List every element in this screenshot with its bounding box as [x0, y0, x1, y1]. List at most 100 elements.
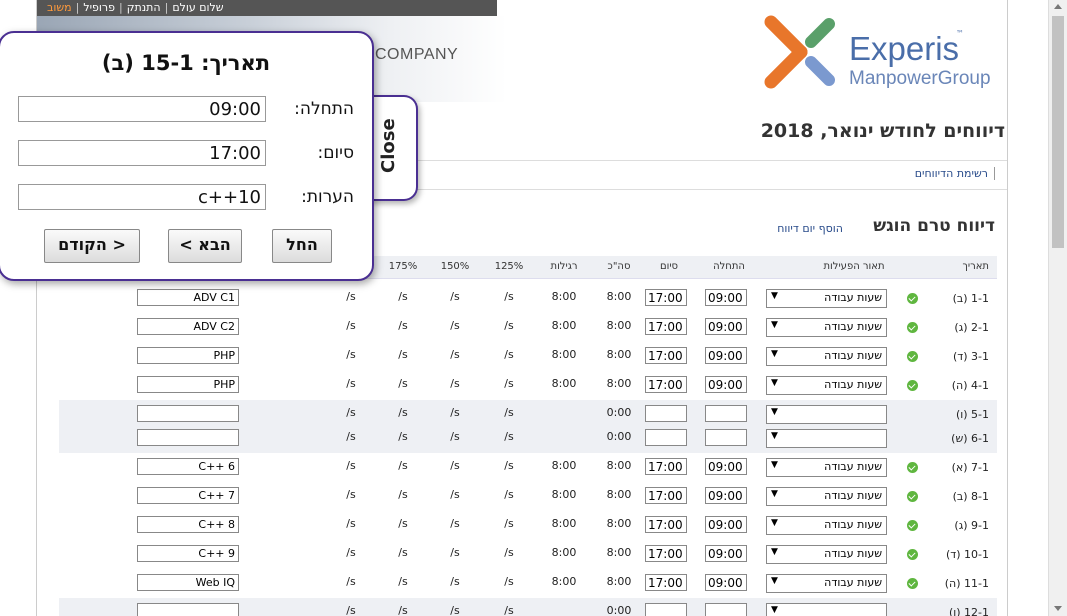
start-time-field[interactable]: 09:00 [705, 545, 747, 562]
start-time-field[interactable]: 09:00 [705, 289, 747, 306]
start-time-field[interactable]: 09:00 [705, 574, 747, 591]
end-time-input[interactable]: 17:00 [18, 140, 266, 166]
row-date: 6-1 (ש) [951, 432, 989, 445]
row-note-field[interactable] [137, 603, 239, 616]
start-time-input[interactable]: 09:00 [18, 96, 266, 122]
row-note-field[interactable]: C++ 7 [137, 487, 239, 504]
header-150: 150% [440, 261, 470, 272]
activity-select[interactable]: שעות עבודה ▼ [766, 376, 887, 395]
end-time-field[interactable] [645, 429, 687, 446]
end-time-field[interactable] [645, 405, 687, 422]
activity-select[interactable]: שעות עבודה ▼ [766, 347, 887, 366]
reports-list-link[interactable]: רשימת הדיווחים [915, 167, 995, 180]
row-date: 1-1 (ב) [952, 292, 989, 305]
header-125: 125% [494, 261, 524, 272]
separator: | [119, 1, 123, 14]
table-row: 1-1 (ב) שעות עבודה ▼ 09:00 17:00 8:00 8:00 s/s/… [59, 284, 997, 313]
start-time-field[interactable]: 09:00 [705, 347, 747, 364]
row-note-field[interactable]: ADV C1 [137, 289, 239, 306]
row-note-field[interactable]: C++ 6 [137, 458, 239, 475]
overtime-extra: s/ [346, 377, 356, 390]
activity-select[interactable]: שעות עבודה ▼ [766, 318, 887, 337]
regular-hours: 8:00 [551, 459, 577, 472]
activity-select[interactable]: שעות עבודה ▼ [766, 516, 887, 535]
profile-link[interactable]: פרופיל [83, 1, 115, 14]
start-time-field[interactable]: 09:00 [705, 376, 747, 393]
next-button[interactable]: הבא > [168, 229, 242, 263]
activity-select[interactable]: שעות עבודה ▼ [766, 458, 887, 477]
scrollbar-thumb[interactable] [1052, 16, 1064, 248]
overtime-extra: s/ [346, 517, 356, 530]
end-time-field[interactable]: 17:00 [645, 376, 687, 393]
start-time-field[interactable]: 09:00 [705, 487, 747, 504]
overtime-125: s/ [504, 517, 514, 530]
end-time-field[interactable]: 17:00 [645, 318, 687, 335]
activity-select[interactable]: ▼ [766, 429, 887, 448]
row-note-field[interactable]: PHP [137, 376, 239, 393]
check-circle-icon [907, 380, 918, 391]
feedback-link[interactable]: משוב [47, 1, 72, 14]
start-time-field[interactable]: 09:00 [705, 516, 747, 533]
row-note-field[interactable]: PHP [137, 347, 239, 364]
separator: | [164, 1, 169, 14]
scroll-up-icon[interactable] [1054, 4, 1062, 9]
end-time-field[interactable]: 17:00 [645, 516, 687, 533]
row-note-field[interactable]: ADV C2 [137, 318, 239, 335]
start-time-field[interactable] [705, 405, 747, 422]
end-time-field[interactable]: 17:00 [645, 545, 687, 562]
previous-button[interactable]: < הקודם [44, 229, 140, 263]
row-note-field[interactable]: C++ 8 [137, 516, 239, 533]
end-time-field[interactable]: 17:00 [645, 458, 687, 475]
top-bar: שלום עולם | התנתק | פרופיל | משוב [37, 0, 497, 16]
table-row: 7-1 (א) שעות עבודה ▼ 09:00 17:00 8:00 8:00 s/s/… [59, 453, 997, 482]
end-time-field[interactable]: 17:00 [645, 574, 687, 591]
overtime-150: s/ [450, 290, 460, 303]
row-note-field[interactable]: C++ 9 [137, 545, 239, 562]
start-time-field[interactable] [705, 603, 747, 616]
add-day-link[interactable]: הוסף יום דיווח [777, 222, 843, 235]
vertical-scrollbar[interactable] [1048, 0, 1067, 616]
activity-select[interactable]: שעות עבודה ▼ [766, 289, 887, 308]
row-note-field[interactable]: Web IQ [137, 574, 239, 591]
activity-value: שעות עבודה [824, 291, 882, 304]
end-time-field[interactable]: 17:00 [645, 487, 687, 504]
activity-select[interactable]: ▼ [766, 405, 887, 424]
total-hours: 0:00 [606, 604, 632, 616]
start-time-field[interactable]: 09:00 [705, 458, 747, 475]
end-time-field[interactable]: 17:00 [645, 289, 687, 306]
row-note-field[interactable] [137, 429, 239, 446]
activity-select[interactable]: שעות עבודה ▼ [766, 545, 887, 564]
apply-button[interactable]: החל [272, 229, 332, 263]
total-hours: 8:00 [606, 348, 632, 361]
notes-input[interactable]: c++10 [18, 184, 266, 210]
activity-select[interactable]: ▼ [766, 603, 887, 616]
overtime-125: s/ [504, 319, 514, 332]
dropdown-arrow-icon: ▼ [771, 349, 778, 359]
overtime-150: s/ [450, 406, 460, 419]
scroll-down-icon[interactable] [1054, 606, 1062, 611]
end-time-field[interactable]: 17:00 [645, 347, 687, 364]
table-row: 3-1 (ד) שעות עבודה ▼ 09:00 17:00 8:00 8:00 s/s/… [59, 342, 997, 371]
row-date: 9-1 (ג) [954, 519, 989, 532]
logo-name: Experis [849, 30, 960, 67]
overtime-extra: s/ [346, 290, 356, 303]
logout-link[interactable]: התנתק [127, 1, 161, 14]
check-circle-icon [907, 491, 918, 502]
dropdown-arrow-icon: ▼ [771, 320, 778, 330]
overtime-125: s/ [504, 575, 514, 588]
overtime-125: s/ [504, 604, 514, 616]
overtime-125: s/ [504, 377, 514, 390]
start-time-field[interactable]: 09:00 [705, 318, 747, 335]
header-total: סה"כ [607, 261, 631, 272]
table-row: 11-1 (ה) שעות עבודה ▼ 09:00 17:00 8:00 8:00 s/s… [59, 569, 997, 598]
activity-value: שעות עבודה [824, 349, 882, 362]
page-title: דיווחים לחודש ינואר, 2018 [760, 120, 1005, 142]
activity-select[interactable]: שעות עבודה ▼ [766, 574, 887, 593]
activity-select[interactable]: שעות עבודה ▼ [766, 487, 887, 506]
overtime-125: s/ [504, 406, 514, 419]
end-time-field[interactable] [645, 603, 687, 616]
row-note-field[interactable] [137, 405, 239, 422]
dropdown-arrow-icon: ▼ [771, 291, 778, 301]
regular-hours: 8:00 [551, 546, 577, 559]
start-time-field[interactable] [705, 429, 747, 446]
